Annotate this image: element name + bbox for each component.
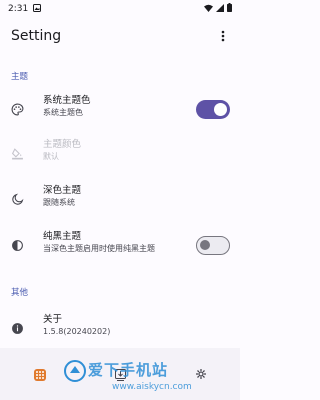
- cellular-signal-icon: [216, 3, 224, 15]
- pref-dark-theme[interactable]: 深色主题 跟随系统: [0, 182, 240, 216]
- pref-theme-color-subtitle: 默认: [43, 152, 59, 161]
- format-color-fill-icon: [10, 146, 24, 160]
- page-title: Setting: [11, 28, 62, 44]
- system-theme-switch[interactable]: [196, 100, 230, 119]
- wifi-icon: [204, 4, 213, 15]
- other-section: 其他 关于 1.5.8(20240202): [0, 286, 240, 336]
- pref-about-title: 关于: [43, 314, 63, 325]
- battery-icon: [227, 3, 232, 15]
- gallery-notification-icon: [33, 3, 42, 15]
- watermark-text: 爱下手机站: [88, 361, 169, 379]
- pref-about[interactable]: 关于 1.5.8(20240202): [0, 314, 240, 342]
- palette-icon: [10, 102, 24, 116]
- info-icon: [10, 321, 24, 335]
- watermark-logo-icon: [64, 360, 86, 382]
- dark-mode-icon: [10, 192, 24, 206]
- app-bar: Setting: [0, 18, 240, 54]
- pref-dark-theme-subtitle: 跟随系统: [43, 198, 75, 207]
- pref-system-theme[interactable]: 系统主题色 系统主题色: [0, 92, 240, 126]
- pref-pure-black-title: 纯黑主题: [43, 231, 82, 242]
- section-header-theme: 主题: [11, 72, 29, 82]
- pref-pure-black[interactable]: 纯黑主题 当深色主题启用时使用纯黑主题: [0, 228, 240, 262]
- pref-theme-color[interactable]: 主题颜色 默认: [0, 136, 240, 170]
- watermark: 爱下手机站 www.aiskycn.com: [0, 348, 240, 400]
- pref-pure-black-subtitle: 当深色主题启用时使用纯黑主题: [43, 244, 155, 253]
- contrast-icon: [10, 238, 24, 252]
- section-header-other: 其他: [11, 288, 29, 298]
- pref-dark-theme-title: 深色主题: [43, 185, 82, 196]
- status-bar: 2:31: [0, 0, 240, 18]
- pref-about-subtitle: 1.5.8(20240202): [43, 327, 111, 336]
- pref-system-theme-subtitle: 系统主题色: [43, 108, 83, 117]
- overflow-menu-button[interactable]: [214, 25, 232, 47]
- status-time: 2:31: [8, 4, 29, 14]
- pure-black-switch[interactable]: [196, 236, 230, 255]
- bottom-bar: 爱下手机站 www.aiskycn.com: [0, 348, 240, 400]
- pref-theme-color-title: 主题颜色: [43, 139, 82, 150]
- pref-system-theme-title: 系统主题色: [43, 95, 91, 106]
- watermark-url: www.aiskycn.com: [112, 382, 192, 392]
- more-vert-icon: [221, 30, 225, 42]
